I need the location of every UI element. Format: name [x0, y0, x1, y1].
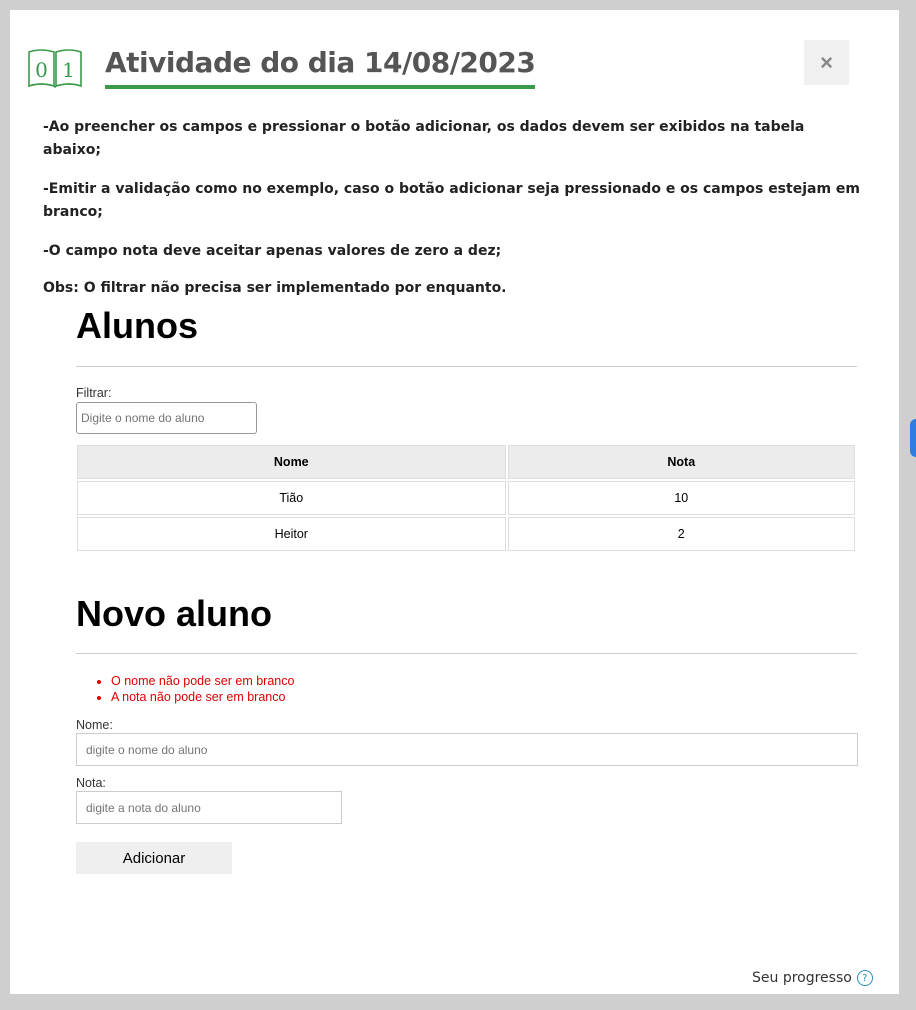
table-header-row: Nome Nota — [77, 445, 855, 479]
column-header-grade: Nota — [507, 445, 855, 479]
logo-digit-0: 0 — [35, 58, 48, 82]
book-logo-icon: 0 1 — [28, 49, 82, 88]
activity-modal: 0 1 Atividade do dia 14/08/2023 × -Ao pr… — [10, 10, 899, 994]
instruction-note: Obs: O filtrar não precisa ser implement… — [43, 280, 507, 296]
table-row: Tião 10 — [77, 481, 855, 515]
cell-grade: 10 — [507, 481, 855, 515]
new-student-divider — [76, 653, 857, 654]
logo-digit-1: 1 — [62, 58, 75, 82]
add-button[interactable]: Adicionar — [76, 842, 232, 874]
modal-header: 0 1 Atividade do dia 14/08/2023 × — [27, 40, 887, 102]
cell-grade: 2 — [507, 517, 855, 551]
filter-input[interactable] — [76, 402, 257, 434]
side-tab-handle[interactable] — [910, 419, 916, 457]
page-title: Atividade do dia 14/08/2023 — [105, 46, 536, 89]
column-header-name: Nome — [77, 445, 506, 479]
students-divider — [76, 366, 857, 367]
table-row: Heitor 2 — [77, 517, 855, 551]
error-message: O nome não pode ser em branco — [111, 673, 857, 689]
grade-label: Nota: — [76, 776, 106, 790]
cell-name: Heitor — [77, 517, 506, 551]
progress-label: Seu progresso — [752, 970, 852, 986]
students-heading: Alunos — [76, 305, 198, 346]
instruction-3: -O campo nota deve aceitar apenas valore… — [43, 243, 502, 259]
progress-link[interactable]: Seu progresso ? — [752, 970, 873, 986]
close-button[interactable]: × — [804, 40, 849, 85]
instruction-2: -Emitir a validação como no exemplo, cas… — [43, 181, 860, 220]
filter-label: Filtrar: — [76, 386, 112, 400]
grade-field[interactable] — [76, 791, 342, 824]
new-student-heading: Novo aluno — [76, 593, 272, 634]
instruction-1: -Ao preencher os campos e pressionar o b… — [43, 119, 805, 158]
error-message: A nota não pode ser em branco — [111, 689, 857, 705]
students-table: Nome Nota Tião 10 Heitor 2 — [75, 443, 857, 553]
instructions: -Ao preencher os campos e pressionar o b… — [43, 116, 863, 316]
validation-errors: O nome não pode ser em branco A nota não… — [76, 673, 857, 705]
close-icon: × — [820, 49, 833, 75]
help-icon[interactable]: ? — [856, 970, 873, 986]
students-app: Alunos Filtrar: Nome Nota Tião 10 Heitor… — [75, 305, 858, 874]
cell-name: Tião — [77, 481, 506, 515]
name-label: Nome: — [76, 718, 113, 732]
name-field[interactable] — [76, 733, 858, 766]
